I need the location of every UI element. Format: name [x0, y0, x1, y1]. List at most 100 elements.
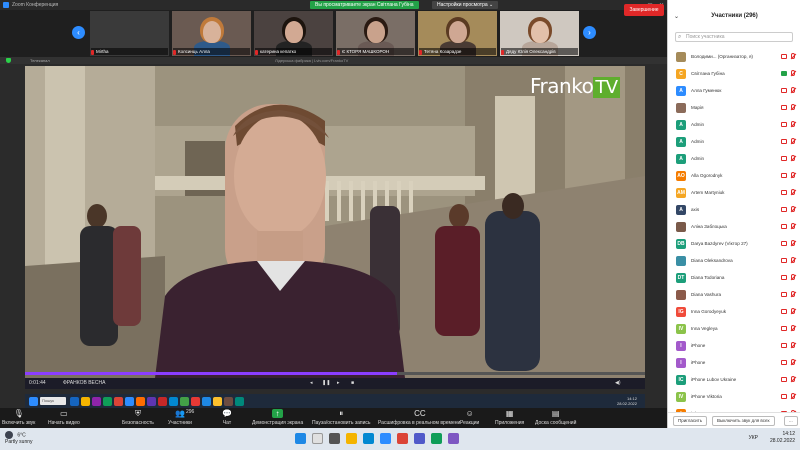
start-icon[interactable]: [29, 396, 38, 406]
mute-all-button[interactable]: Выключить звук для всех: [712, 416, 775, 426]
participant-row[interactable]: A Admin: [668, 150, 800, 167]
mic-muted-icon: [791, 240, 795, 246]
host-app-icon[interactable]: [224, 396, 233, 406]
toolbar-чат-button[interactable]: 💬 Чат: [222, 409, 232, 426]
logo-main-text: Franko: [530, 74, 594, 98]
zoom-icon[interactable]: [380, 433, 391, 444]
participant-row[interactable]: Марія: [668, 99, 800, 116]
host-app-icon[interactable]: [136, 396, 145, 406]
host-app-icon[interactable]: [191, 396, 200, 406]
stop-icon[interactable]: ■: [351, 380, 354, 386]
participant-video-thumb[interactable]: Mirtha: [90, 11, 169, 56]
host-app-icon[interactable]: [235, 396, 244, 406]
participant-row[interactable]: AO Alla Ogorodnyk: [668, 167, 800, 184]
camera-off-icon: [781, 122, 787, 127]
participant-row[interactable]: A Admin: [668, 133, 800, 150]
avatar: С: [676, 68, 686, 79]
app-icon[interactable]: [448, 433, 459, 444]
participant-row[interactable]: IiPhone: [668, 337, 800, 354]
mic-muted-icon: [337, 50, 340, 55]
search-icon[interactable]: [312, 433, 323, 444]
teams-icon[interactable]: [414, 433, 425, 444]
participant-row[interactable]: С Світлана Губіна: [668, 65, 800, 82]
weather-widget[interactable]: 6°C Partly sunny: [5, 431, 33, 446]
toolbar-label: Участники: [168, 420, 192, 426]
participant-row[interactable]: Володими... (Организатор, я): [668, 48, 800, 65]
language-indicator[interactable]: УКР: [749, 435, 758, 441]
participant-row[interactable]: Аліна Заблоцька: [668, 218, 800, 235]
avatar: A: [676, 204, 686, 215]
participant-row[interactable]: Diana Oleksandrova: [668, 252, 800, 269]
toolbar-icon: 💬: [222, 409, 232, 418]
participant-row[interactable]: IV iPhone Viktoria: [668, 388, 800, 405]
video-progress-bar[interactable]: [25, 372, 645, 375]
app-icon[interactable]: [431, 433, 442, 444]
participant-video-thumb[interactable]: Тетяна Козарадзе: [418, 11, 497, 56]
toolbar-приложения-button[interactable]: ▦ Приложения: [495, 409, 524, 426]
toolbar-расшифровка-в-реальном-времени-button[interactable]: CC Расшифровка в реальном времени: [378, 409, 460, 426]
participant-row[interactable]: DT Diana Todoriana: [668, 269, 800, 286]
participants-panel: ⌄ Участники (296) ⌕ Поиск участника Воло…: [667, 0, 800, 428]
host-app-icon[interactable]: [169, 396, 178, 406]
toolbar-icon: CC: [414, 409, 426, 418]
end-meeting-button[interactable]: Завершение: [624, 4, 664, 16]
host-app-icon[interactable]: [92, 396, 101, 406]
participant-row[interactable]: DB Darya Bazdyrev (Vіктор 27): [668, 235, 800, 252]
host-app-icon[interactable]: [70, 396, 79, 406]
file-explorer-icon[interactable]: [346, 433, 357, 444]
invite-button[interactable]: Пригласить: [673, 416, 708, 426]
next-page-icon[interactable]: ›: [583, 26, 596, 39]
host-app-icon[interactable]: [213, 396, 222, 406]
windows-start-icon[interactable]: [295, 433, 306, 444]
host-app-icon[interactable]: [103, 396, 112, 406]
prev-page-icon[interactable]: ‹: [72, 26, 85, 39]
toolbar-демонстрация-экрана-button[interactable]: ↑ Демонстрация экрана: [252, 409, 303, 426]
participant-row[interactable]: Diana Vashura: [668, 286, 800, 303]
participant-row[interactable]: IV Inna Vegleya: [668, 320, 800, 337]
participant-video-thumb[interactable]: катерина кепатко: [254, 11, 333, 56]
system-clock[interactable]: 14:12 28.02.2022: [770, 431, 795, 445]
view-options-button[interactable]: Настройки просмотра ⌄: [432, 1, 499, 9]
toolbar-участники-button[interactable]: 👥 Участники 296: [168, 409, 194, 426]
volume-icon[interactable]: ◀): [615, 380, 621, 386]
participant-row[interactable]: А Алла Гуменюк: [668, 82, 800, 99]
participant-row[interactable]: A Admin: [668, 116, 800, 133]
toolbar-пауза-остановить-запись-button[interactable]: ⏸ Пауза/остановить запись: [312, 409, 371, 426]
participant-status: [781, 376, 795, 382]
host-search-box[interactable]: Пошук: [40, 397, 66, 405]
host-app-icon[interactable]: [125, 396, 134, 406]
collapse-icon[interactable]: ⌄: [674, 13, 679, 20]
toolbar-безопасность-button[interactable]: ⛨ Безопасность: [122, 409, 154, 426]
participant-video-thumb[interactable]: Колсинць Алла: [172, 11, 251, 56]
host-app-icon[interactable]: [81, 396, 90, 406]
participant-row[interactable]: IG Inna Gorodyeyuk: [668, 303, 800, 320]
host-app-icon[interactable]: [202, 396, 211, 406]
avatar: IG: [676, 306, 686, 317]
toolbar-начать-видео-button[interactable]: ▭ Начать видео: [48, 409, 80, 426]
rewind-icon[interactable]: ◂: [310, 380, 313, 386]
host-app-icon[interactable]: [180, 396, 189, 406]
participant-status: [781, 53, 795, 59]
participant-row[interactable]: AM Artem Martyniuk: [668, 184, 800, 201]
toolbar-доска-сообщений-button[interactable]: ▤ Доска сообщений: [535, 409, 576, 426]
toolbar-включить-звук-button[interactable]: 🎙 Включить звук: [2, 409, 35, 426]
participant-video-thumb[interactable]: Є КТОРЯ МАШКОРОН: [336, 11, 415, 56]
host-app-icon[interactable]: [114, 396, 123, 406]
pause-icon[interactable]: ❚❚: [322, 380, 330, 386]
edge-icon[interactable]: [363, 433, 374, 444]
participant-row[interactable]: IC iPhone Lubov Ukraine: [668, 371, 800, 388]
chrome-icon[interactable]: [397, 433, 408, 444]
host-app-icon[interactable]: [147, 396, 156, 406]
forward-icon[interactable]: ▸: [337, 380, 340, 386]
toolbar-реакции-button[interactable]: ☺ Реакции: [460, 409, 479, 426]
participant-video-thumb[interactable]: Дяду Юлія Олександрів: [500, 11, 579, 56]
participant-row[interactable]: IiPhone: [668, 354, 800, 371]
participant-search-input[interactable]: ⌕ Поиск участника: [675, 32, 793, 42]
host-app-icon[interactable]: [158, 396, 167, 406]
task-view-icon[interactable]: [329, 433, 340, 444]
participant-row[interactable]: Aaxis: [668, 201, 800, 218]
mic-muted-icon: [791, 359, 795, 365]
participant-name: iPhone: [691, 360, 706, 365]
more-button[interactable]: ...: [784, 416, 798, 426]
mic-muted-icon: [791, 206, 795, 212]
